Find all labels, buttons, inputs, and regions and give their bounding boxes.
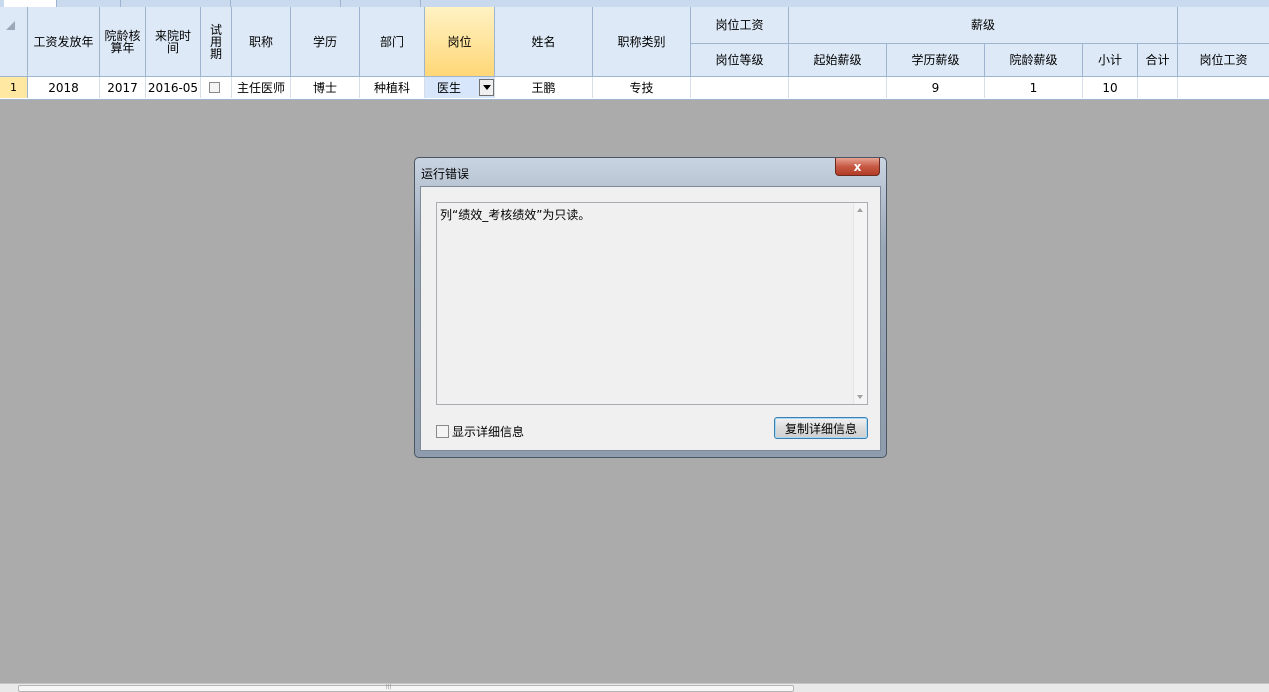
dialog-body: 列“绩效_考核绩效”为只读。 显示详细信息 复制详细信息 bbox=[420, 186, 881, 451]
copy-details-button[interactable]: 复制详细信息 bbox=[774, 417, 868, 439]
col-header-salary-year[interactable]: 工资发放年 bbox=[28, 7, 100, 77]
col-header-position[interactable]: 岗位 bbox=[425, 7, 495, 77]
scrollbar-grip-icon: ||| bbox=[386, 684, 392, 690]
show-details-label: 显示详细信息 bbox=[452, 425, 525, 439]
col-header-title-category[interactable]: 职称类别 bbox=[593, 7, 691, 77]
probation-checkbox[interactable] bbox=[209, 82, 220, 93]
select-all-icon bbox=[6, 21, 15, 30]
show-details-checkbox[interactable] bbox=[436, 425, 449, 438]
row-header[interactable]: 1 bbox=[0, 77, 28, 98]
cell-subtotal[interactable]: 10 bbox=[1083, 77, 1138, 98]
cell-seniority-year[interactable]: 2017 bbox=[100, 77, 146, 98]
group-header-pay-grade: 薪级 bbox=[789, 7, 1178, 44]
col-header-total[interactable]: 合计 bbox=[1138, 44, 1178, 77]
cell-edu-grade[interactable]: 9 bbox=[887, 77, 985, 98]
data-grid: 工资发放年 院龄核算年 来院时间 试用期 职称 学历 部门 岗位 姓名 职称类别… bbox=[0, 7, 1269, 100]
cell-total[interactable] bbox=[1138, 77, 1178, 98]
position-dropdown-button[interactable] bbox=[479, 79, 494, 96]
dialog-title: 运行错误 bbox=[421, 167, 470, 181]
col-header-post-level[interactable]: 岗位等级 bbox=[691, 44, 789, 77]
col-header-education[interactable]: 学历 bbox=[291, 7, 360, 77]
col-header-join-date[interactable]: 来院时间 bbox=[146, 7, 201, 77]
sheet-tab[interactable] bbox=[120, 0, 221, 7]
cell-position-editor[interactable]: 医生 bbox=[425, 77, 495, 98]
active-sheet-tab[interactable] bbox=[4, 0, 57, 7]
col-header-subtotal[interactable]: 小计 bbox=[1083, 44, 1138, 77]
col-header-seniority-year[interactable]: 院龄核算年 bbox=[100, 7, 146, 77]
sheet-tab[interactable] bbox=[230, 0, 331, 7]
horizontal-scrollbar[interactable]: ||| bbox=[0, 683, 1269, 692]
cell-post-salary[interactable] bbox=[1178, 77, 1269, 98]
sheet-tab[interactable] bbox=[420, 0, 521, 7]
cell-post-level[interactable] bbox=[691, 77, 789, 98]
cell-seniority-grade[interactable]: 1 bbox=[985, 77, 1083, 98]
scroll-up-icon[interactable] bbox=[857, 208, 863, 212]
chevron-down-icon bbox=[482, 85, 491, 90]
scroll-down-icon[interactable] bbox=[857, 395, 863, 399]
cell-title[interactable]: 主任医师 bbox=[232, 77, 291, 98]
col-header-department[interactable]: 部门 bbox=[360, 7, 425, 77]
col-header-title[interactable]: 职称 bbox=[232, 7, 291, 77]
col-header-name[interactable]: 姓名 bbox=[495, 7, 593, 77]
error-dialog: 运行错误 x 列“绩效_考核绩效”为只读。 显示详细信息 复制详细信息 bbox=[414, 157, 887, 458]
col-header-probation[interactable]: 试用期 bbox=[201, 7, 232, 77]
group-header-post-salary: 岗位工资 bbox=[691, 7, 789, 44]
error-message: 列“绩效_考核绩效”为只读。 bbox=[440, 208, 591, 222]
col-header-seniority-grade[interactable]: 院龄薪级 bbox=[985, 44, 1083, 77]
cell-education[interactable]: 博士 bbox=[291, 77, 360, 98]
col-header-edu-grade[interactable]: 学历薪级 bbox=[887, 44, 985, 77]
cell-title-category[interactable]: 专技 bbox=[593, 77, 691, 98]
scrollbar-thumb[interactable] bbox=[18, 685, 794, 692]
col-header-start-grade[interactable]: 起始薪级 bbox=[789, 44, 887, 77]
cell-start-grade[interactable] bbox=[789, 77, 887, 98]
close-icon: x bbox=[853, 159, 862, 174]
position-value: 医生 bbox=[437, 81, 462, 95]
cell-salary-year[interactable]: 2018 bbox=[28, 77, 100, 98]
error-message-box[interactable]: 列“绩效_考核绩效”为只读。 bbox=[436, 202, 868, 405]
show-details-toggle[interactable]: 显示详细信息 bbox=[436, 423, 524, 440]
col-header-post-salary[interactable]: 岗位工资 bbox=[1178, 44, 1269, 77]
cell-probation[interactable] bbox=[201, 77, 232, 98]
message-scrollbar[interactable] bbox=[853, 203, 867, 404]
cell-name[interactable]: 王鹏 bbox=[495, 77, 593, 98]
close-button[interactable]: x bbox=[835, 158, 880, 176]
cell-join-date[interactable]: 2016-05 bbox=[146, 77, 201, 98]
select-all-corner[interactable] bbox=[0, 7, 28, 77]
group-header-blank bbox=[1178, 7, 1269, 44]
cell-department[interactable]: 种植科 bbox=[360, 77, 425, 98]
sheet-tabs-strip bbox=[0, 0, 1269, 7]
